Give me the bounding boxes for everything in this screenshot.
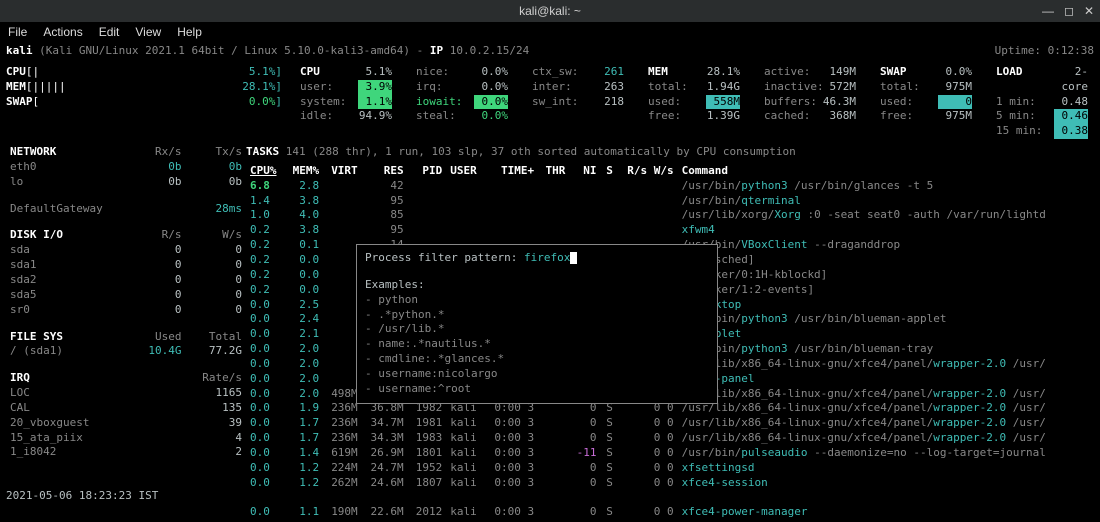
cpu-user: 3.9% <box>358 80 392 95</box>
mem-bar: [||||| <box>26 80 66 95</box>
window-title: kali@kali: ~ <box>519 3 581 19</box>
diskio-title: DISK I/O <box>6 228 133 243</box>
examples-label: Examples: <box>365 278 709 293</box>
os-info: (Kali GNU/Linux 2021.1 64bit / Linux 5.1… <box>39 44 430 57</box>
menu-file[interactable]: File <box>8 24 27 40</box>
example-item: - username:^root <box>365 382 709 397</box>
irq-row: LOC1165 <box>6 386 246 401</box>
menu-view[interactable]: View <box>135 24 161 40</box>
example-item: - python <box>365 293 709 308</box>
text-cursor <box>570 252 577 264</box>
col-pid: PID <box>408 164 447 179</box>
load-label: LOAD <box>996 65 1054 95</box>
minimize-icon[interactable]: — <box>1042 3 1054 19</box>
col-thr: THR <box>538 164 569 179</box>
col-mem: MEM% <box>285 164 324 179</box>
col-cmd: Command <box>678 164 1094 179</box>
process-row[interactable]: 1.04.085 /usr/lib/xorg/Xorg :0 -seat sea… <box>246 208 1094 223</box>
process-row[interactable]: 1.43.895 /usr/bin/qterminal <box>246 194 1094 209</box>
cpu-idle: 94.9% <box>358 109 392 124</box>
irq-row: 20_vboxguest39 <box>6 416 246 431</box>
example-item: - .*python.* <box>365 308 709 323</box>
menu-help[interactable]: Help <box>177 24 202 40</box>
disk-row: sda100 <box>6 258 246 273</box>
quick-stats: CPU [|5.1%] MEM [|||||28.1%] SWAP [0.0%]… <box>6 65 1094 139</box>
process-row[interactable]: 0.01.1190M22.6M2012kali0:00 30S0 0xfce4-… <box>246 505 1094 520</box>
titlebar: kali@kali: ~ — ◻ ✕ <box>0 0 1100 22</box>
swap2-label: SWAP <box>880 65 938 80</box>
example-item: - /usr/lib.* <box>365 322 709 337</box>
col-res: RES <box>362 164 408 179</box>
status-bar: 2021-05-06 18:23:23 IST <box>0 487 1100 506</box>
timestamp: 2021-05-06 18:23:23 IST <box>6 489 158 502</box>
menubar: File Actions Edit View Help <box>0 22 1100 42</box>
process-row[interactable]: 0.01.7236M34.7M1981kali0:00 30S0 0/usr/l… <box>246 416 1094 431</box>
net-row: lo0b0b <box>6 175 246 190</box>
filter-input[interactable]: firefox <box>524 251 570 264</box>
col-cpu: CPU% <box>246 164 285 179</box>
disk-row: sda00 <box>6 243 246 258</box>
col-ni: NI <box>569 164 600 179</box>
fs-row: / (sda1)10.4G77.2G <box>6 344 246 359</box>
cpu-label: CPU <box>6 65 26 80</box>
mem-label: MEM <box>6 80 26 95</box>
left-sidebar: NETWORKRx/sTx/s eth00b0b lo0b0b DefaultG… <box>6 145 246 520</box>
close-icon[interactable]: ✕ <box>1084 3 1094 19</box>
mem-used: 558M <box>706 95 740 110</box>
example-item: - name:.*nautilus.* <box>365 337 709 352</box>
load-5m: 0.46 <box>1054 109 1088 124</box>
mem2-label: MEM <box>648 65 706 80</box>
example-item: - cmdline:.*glances.* <box>365 352 709 367</box>
iowait: 0.0% <box>474 95 508 110</box>
example-item: - username:nicolargo <box>365 367 709 382</box>
ip-label: IP <box>430 44 443 57</box>
disk-row: sr000 <box>6 303 246 318</box>
net-row: eth00b0b <box>6 160 246 175</box>
cpu-pct: 5.1% <box>249 65 276 80</box>
process-row[interactable]: 0.01.4619M26.9M1801kali0:00 3-11S0 0/usr… <box>246 446 1094 461</box>
window-controls: — ◻ ✕ <box>1042 3 1094 19</box>
ctx-sw: 261 <box>590 65 624 80</box>
cpu-system: 1.1% <box>358 95 392 110</box>
swap-label: SWAP <box>6 95 33 110</box>
disk-row: sda500 <box>6 288 246 303</box>
irq-row: 15_ata_piix4 <box>6 431 246 446</box>
load-15m: 0.38 <box>1054 124 1088 139</box>
mem-pct: 28.1% <box>242 80 275 95</box>
uptime: Uptime: 0:12:38 <box>995 44 1094 59</box>
ip-value: 10.0.2.15/24 <box>450 44 529 57</box>
host-line: kali (Kali GNU/Linux 2021.1 64bit / Linu… <box>6 44 1094 59</box>
process-row[interactable]: 0.01.9236M36.8M1982kali0:00 30S0 0/usr/l… <box>246 401 1094 416</box>
process-row[interactable]: 6.82.842 /usr/bin/python3 /usr/bin/glanc… <box>246 179 1094 194</box>
disk-row: sda200 <box>6 273 246 288</box>
swap-used: 0 <box>938 95 972 110</box>
filter-label: Process filter pattern: <box>365 251 524 264</box>
menu-actions[interactable]: Actions <box>43 24 82 40</box>
maximize-icon[interactable]: ◻ <box>1064 3 1074 19</box>
col-virt: VIRT <box>323 164 362 179</box>
irq-row: 1_i80422 <box>6 445 246 460</box>
process-row[interactable]: 0.01.2224M24.7M1952kali0:00 30S0 0xfsett… <box>246 461 1094 476</box>
fs-title: FILE SYS <box>6 330 133 345</box>
swap-pct: 0.0% <box>249 95 276 110</box>
hostname: kali <box>6 44 33 57</box>
terminal-area[interactable]: kali (Kali GNU/Linux 2021.1 64bit / Linu… <box>0 42 1100 522</box>
filter-popup[interactable]: Process filter pattern: firefox Examples… <box>356 244 718 404</box>
network-title: NETWORK <box>6 145 133 160</box>
irq-row: CAL135 <box>6 401 246 416</box>
cpu2-label: CPU <box>300 65 358 80</box>
cpu-bar: [| <box>26 65 39 80</box>
swap-bar: [ <box>33 95 40 110</box>
process-row[interactable]: 0.23.895 xfwm4 <box>246 223 1094 238</box>
tasks-line: TASKS TASKS 141 (288 thr), 1 run, 103 sl… <box>246 145 1094 160</box>
col-rws: R/s W/s <box>617 164 678 179</box>
menu-edit[interactable]: Edit <box>99 24 120 40</box>
col-user: USER <box>446 164 485 179</box>
col-s: S <box>600 164 616 179</box>
irq-title: IRQ <box>6 371 133 386</box>
default-gateway: DefaultGateway <box>6 202 133 217</box>
process-row[interactable]: 0.01.7236M34.3M1983kali0:00 30S0 0/usr/l… <box>246 431 1094 446</box>
col-time: TIME+ <box>485 164 538 179</box>
